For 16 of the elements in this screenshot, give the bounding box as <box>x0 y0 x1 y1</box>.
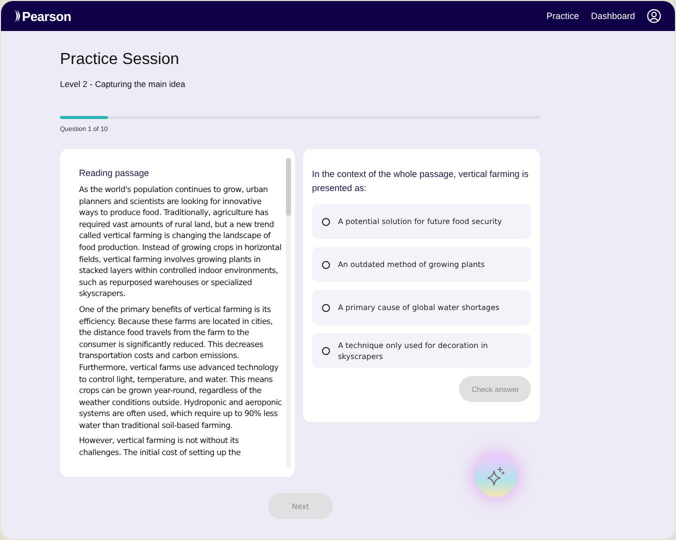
radio-button[interactable] <box>322 218 330 226</box>
radio-button[interactable] <box>322 260 330 268</box>
account-icon[interactable] <box>647 9 661 23</box>
radio-button[interactable] <box>322 346 330 354</box>
nav-link[interactable]: Practice <box>546 11 579 21</box>
logo-text: Pearson <box>22 8 72 24</box>
passage-heading: Reading passage <box>79 168 150 178</box>
ai-assistant-button[interactable] <box>475 455 517 497</box>
sparkle-icon <box>486 466 506 486</box>
nav-link[interactable]: Dashboard <box>590 11 635 21</box>
radio-button[interactable] <box>322 304 330 312</box>
page-title: Practice Session <box>60 51 180 69</box>
page-subtitle: Level 2 - Capturing the main idea <box>60 79 186 89</box>
logo-icon <box>15 10 21 22</box>
question-prompt: In the context of the whole passage, vertical farming is presented as: <box>312 168 530 195</box>
scrollbar[interactable] <box>286 158 291 468</box>
